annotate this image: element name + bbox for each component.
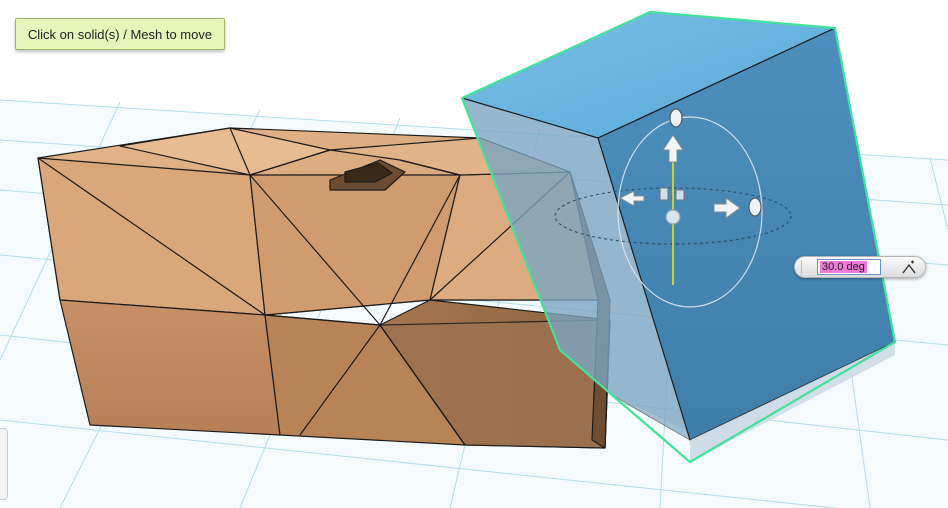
3d-viewport[interactable] xyxy=(0,0,948,508)
move-hint-tooltip: Click on solid(s) / Mesh to move xyxy=(15,18,225,50)
rotation-angle-widget[interactable]: 30.0 deg xyxy=(794,256,926,278)
side-panel-handle[interactable] xyxy=(0,428,8,500)
widget-grip[interactable] xyxy=(801,260,808,274)
rotation-angle-input[interactable]: 30.0 deg xyxy=(817,259,881,275)
rotation-angle-value: 30.0 deg xyxy=(820,261,867,273)
snap-angle-icon[interactable] xyxy=(901,259,917,275)
